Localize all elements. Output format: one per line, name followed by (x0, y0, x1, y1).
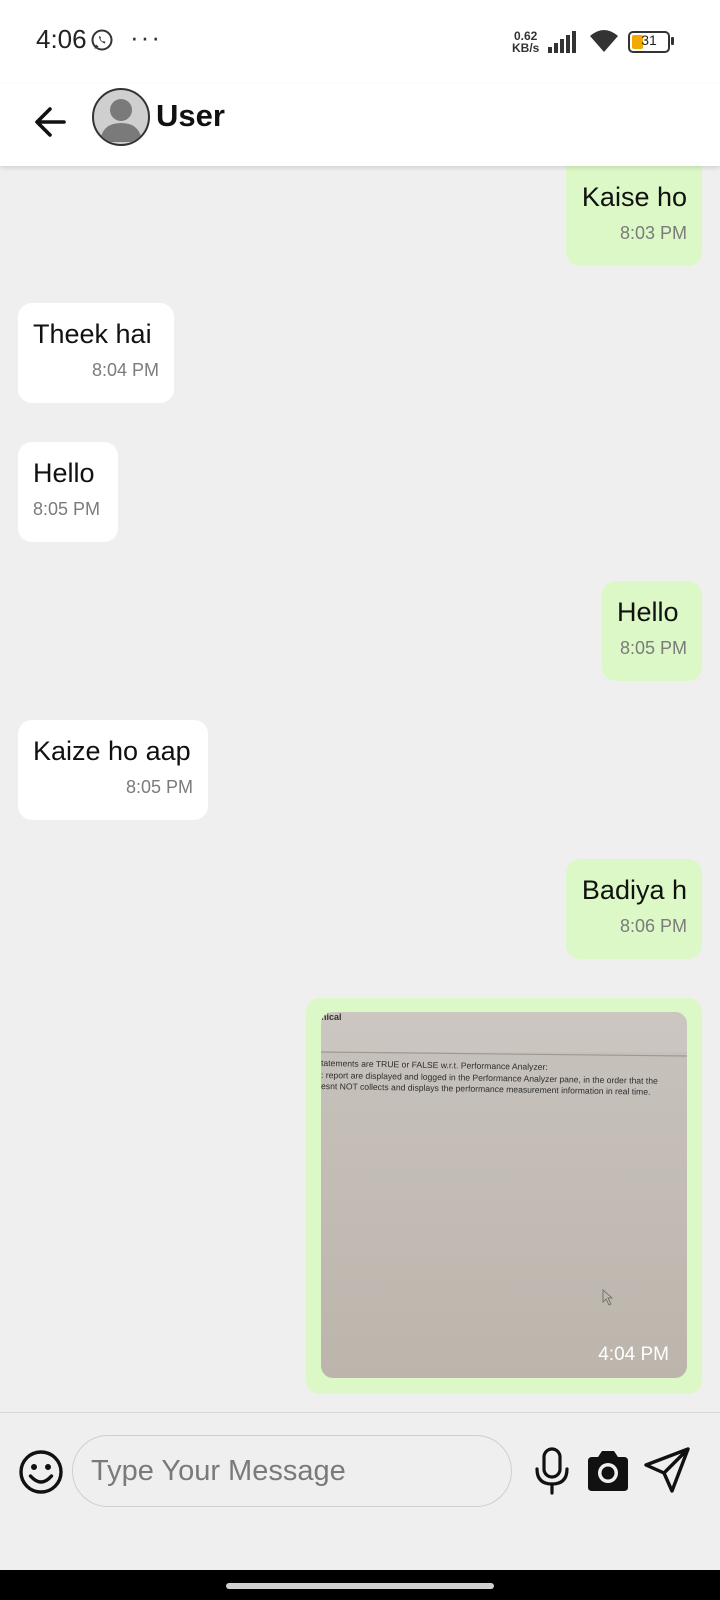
cellular-signal-icon (548, 31, 576, 53)
network-speed-unit: KB/s (512, 41, 540, 55)
photo-heading: nical (321, 1012, 342, 1022)
home-indicator[interactable] (226, 1583, 494, 1589)
photo-content: nical tatements are TRUE or FALSE w.r.t.… (321, 1012, 687, 1306)
person-icon (100, 99, 142, 142)
message-text: Kaise ho (581, 182, 687, 212)
status-bar: 4:06 ··· 0.62 KB/s 31 (0, 0, 720, 84)
chat-header: User (0, 84, 720, 166)
battery-level: 31 (641, 32, 657, 48)
system-navigation-bar (0, 1570, 720, 1600)
message-time: 8:05 PM (125, 777, 193, 797)
send-icon[interactable] (642, 1445, 692, 1495)
message-text: Hello (33, 458, 95, 488)
message-text: Badiya h (581, 875, 687, 905)
message-bubble-incoming[interactable]: Theek hai 8:04 PM (18, 303, 174, 403)
message-bubble-outgoing[interactable]: Badiya h 8:06 PM (566, 859, 702, 959)
message-time: 8:05 PM (619, 638, 687, 658)
message-time: 8:04 PM (91, 360, 159, 380)
message-bubble-outgoing[interactable]: Kaise ho 8:03 PM (566, 166, 702, 266)
message-time: 8:03 PM (619, 223, 687, 243)
message-bubble-outgoing[interactable]: Hello 8:05 PM (602, 581, 702, 681)
contact-name[interactable]: User (156, 98, 225, 134)
wifi-icon (590, 30, 618, 52)
message-input[interactable] (72, 1435, 512, 1507)
back-arrow-icon[interactable] (30, 100, 74, 144)
message-bubble-incoming[interactable]: Kaize ho aap 8:05 PM (18, 720, 208, 820)
avatar[interactable] (92, 88, 150, 146)
battery-indicator: 31 (628, 31, 674, 53)
image-attachment[interactable]: nical tatements are TRUE or FALSE w.r.t.… (321, 1012, 687, 1378)
composer-bar (0, 1412, 720, 1571)
network-speed: 0.62 KB/s (512, 30, 539, 54)
more-notifications-icon: ··· (130, 22, 162, 52)
microphone-icon[interactable] (532, 1447, 572, 1495)
message-bubble-incoming[interactable]: Hello 8:05 PM (18, 442, 118, 542)
image-message-bubble[interactable]: nical tatements are TRUE or FALSE w.r.t.… (306, 998, 702, 1394)
message-time: 8:05 PM (33, 499, 101, 519)
whatsapp-notification-icon (91, 29, 113, 51)
message-time: 4:04 PM (598, 1344, 669, 1365)
emoji-icon[interactable] (18, 1449, 64, 1495)
message-list[interactable]: Kaise ho 8:03 PM Theek hai 8:04 PM Hello… (0, 166, 720, 1412)
message-text: Hello (617, 597, 679, 627)
message-time: 8:06 PM (619, 916, 687, 936)
battery-tip (671, 37, 674, 45)
message-text: Theek hai (33, 319, 152, 349)
status-time: 4:06 (36, 24, 87, 54)
camera-icon[interactable] (584, 1449, 632, 1493)
message-text: Kaize ho aap (33, 736, 191, 766)
